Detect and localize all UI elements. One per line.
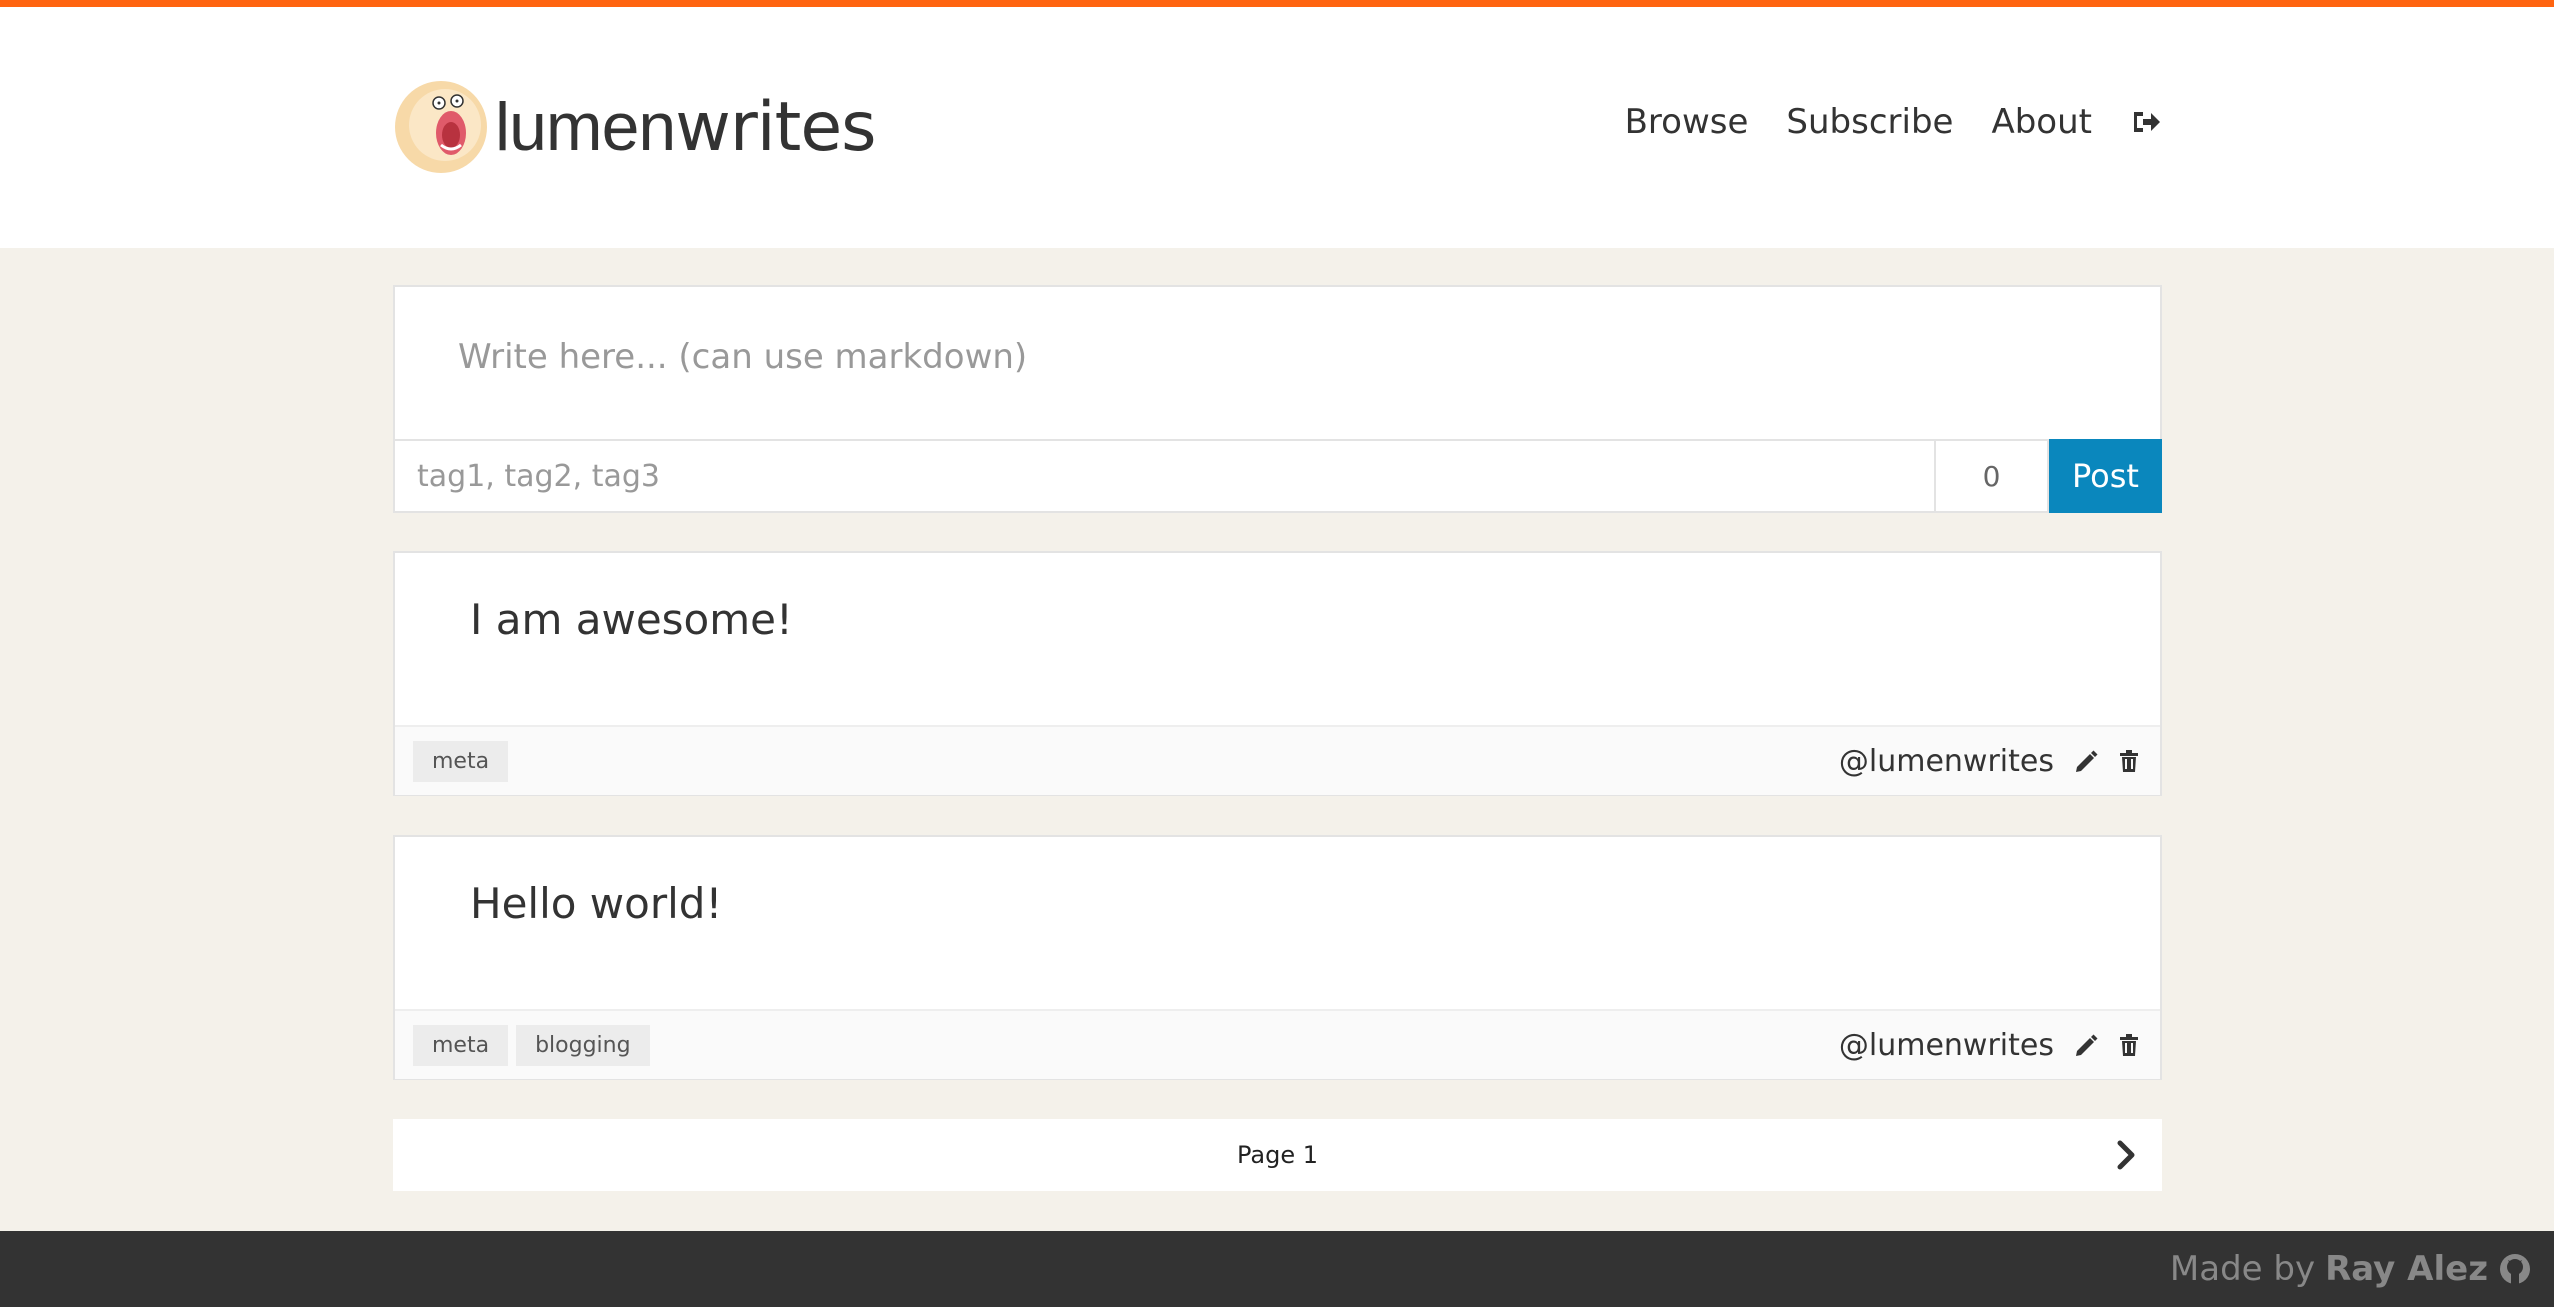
post-tags: meta: [413, 740, 509, 782]
nav-subscribe-link[interactable]: Subscribe: [1786, 102, 1953, 142]
footer-author-link[interactable]: Ray Alez: [2325, 1249, 2488, 1289]
page-label: Page 1: [1237, 1141, 1318, 1169]
tag-chip[interactable]: meta: [413, 1024, 509, 1066]
post-text: I am awesome!: [470, 595, 793, 644]
pencil-edit-icon[interactable]: [2074, 1032, 2100, 1058]
screaming-face-logo-icon: [395, 81, 487, 173]
char-count: 0: [1934, 439, 2049, 513]
trash-icon[interactable]: [2116, 1032, 2142, 1058]
site-logo[interactable]: lumenwrites: [393, 77, 877, 177]
composer-tag-row: 0 Post: [393, 439, 2162, 513]
post-button[interactable]: Post: [2049, 439, 2162, 513]
pagination: Page 1: [393, 1119, 2162, 1191]
post-author-link[interactable]: @lumenwrites: [1839, 1028, 2054, 1063]
post-tags: meta blogging: [413, 1024, 650, 1066]
post-text-input[interactable]: [395, 287, 2160, 439]
post-card: Hello world! meta blogging @lumenwrites: [393, 835, 2162, 1080]
footer-made-by: Made by: [2169, 1249, 2316, 1289]
chevron-right-icon[interactable]: [2112, 1139, 2142, 1171]
logo-wordmark: lumenwrites: [495, 93, 877, 162]
post-footer: meta blogging @lumenwrites: [395, 1009, 2160, 1079]
post-text: Hello world!: [470, 879, 723, 928]
post-footer: meta @lumenwrites: [395, 725, 2160, 795]
post-meta: @lumenwrites: [1839, 1028, 2142, 1063]
tag-chip[interactable]: meta: [413, 740, 509, 782]
trash-icon[interactable]: [2116, 748, 2142, 774]
accent-top-bar: [0, 0, 2554, 7]
main-nav: Browse Subscribe About: [1625, 102, 2162, 142]
nav-about-link[interactable]: About: [1991, 102, 2092, 142]
tag-chip[interactable]: blogging: [516, 1024, 650, 1066]
logo-text-bold: writes: [675, 87, 876, 167]
post-composer: 0 Post: [393, 285, 2162, 513]
pencil-edit-icon[interactable]: [2074, 748, 2100, 774]
post-author-link[interactable]: @lumenwrites: [1839, 744, 2054, 779]
logo-text-light: lumen: [495, 88, 676, 165]
post-meta: @lumenwrites: [1839, 744, 2142, 779]
tags-input[interactable]: [393, 439, 1934, 513]
site-header: lumenwrites Browse Subscribe About: [0, 7, 2554, 248]
site-footer: Made by Ray Alez: [0, 1231, 2554, 1307]
sign-out-icon[interactable]: [2130, 106, 2162, 138]
post-card: I am awesome! meta @lumenwrites: [393, 551, 2162, 796]
nav-browse-link[interactable]: Browse: [1625, 102, 1749, 142]
github-icon[interactable]: [2498, 1252, 2532, 1286]
